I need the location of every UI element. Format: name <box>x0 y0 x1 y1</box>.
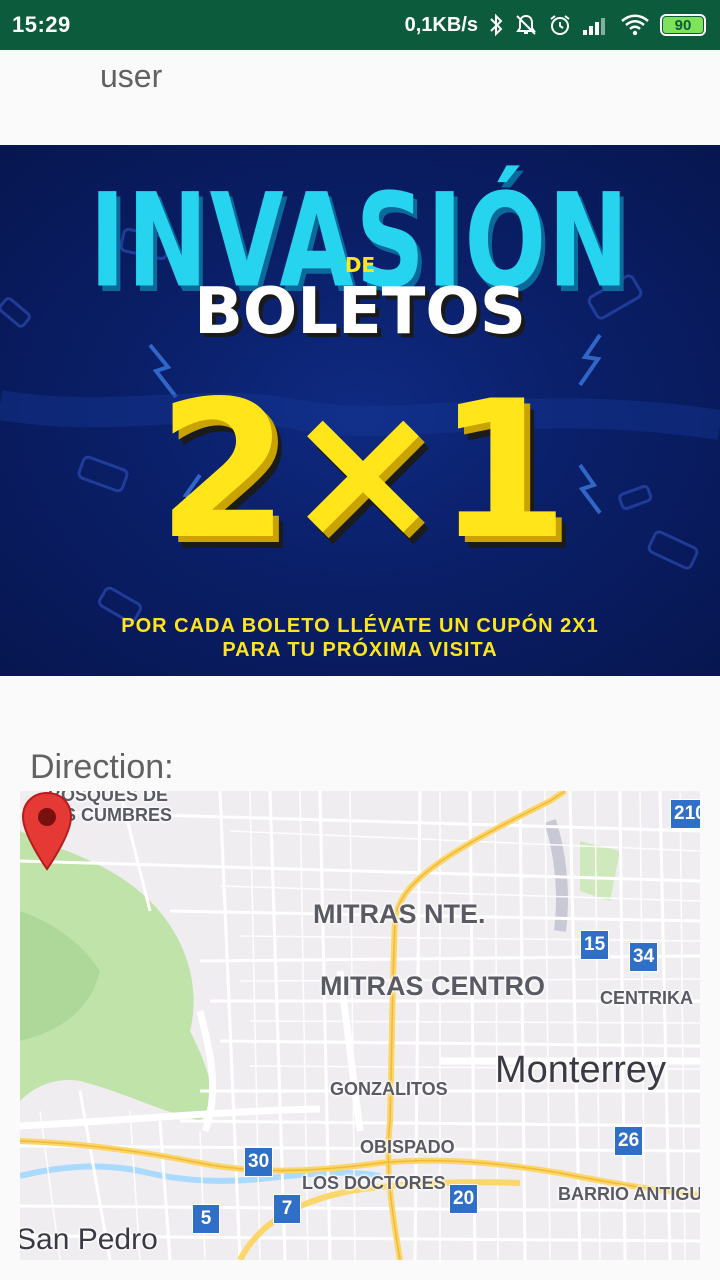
banner-offer: 2×1 <box>157 360 569 581</box>
map-label-mitras-nte: MITRAS NTE. <box>313 899 486 929</box>
banner-title-boletos: BOLETOS <box>194 275 526 349</box>
network-speed: 0,1KB/s <box>404 13 478 36</box>
map-label-san-pedro: San Pedro <box>20 1223 158 1256</box>
map-label-centrika: CENTRIKA <box>600 988 693 1008</box>
direction-label: Direction: <box>30 748 174 786</box>
battery-level: 90 <box>663 17 703 34</box>
map-label-mitras-centro: MITRAS CENTRO <box>320 971 545 1001</box>
highway-shield-7: 7 <box>273 1194 301 1224</box>
banner-promo-line2: PARA TU PRÓXIMA VISITA <box>222 639 498 661</box>
status-bar: 15:29 0,1KB/s 90 <box>0 0 720 50</box>
map-label-obispado: OBISPADO <box>360 1137 455 1157</box>
bluetooth-icon <box>488 13 504 37</box>
highway-shield-26: 26 <box>614 1126 644 1156</box>
location-pin-icon[interactable] <box>20 791 74 871</box>
promo-banner[interactable]: INVASIÓN DE BOLETOS 2×1 POR CADA BOLETO … <box>0 145 720 676</box>
map-label-gonzalitos: GONZALITOS <box>330 1079 448 1099</box>
map-label-barrio-antiguo: BARRIO ANTIGU <box>558 1184 700 1204</box>
highway-shield-20: 20 <box>449 1184 479 1214</box>
highway-shield-34: 34 <box>629 942 659 972</box>
alarm-icon <box>548 13 572 37</box>
status-time: 15:29 <box>12 12 71 37</box>
map-label-monterrey: Monterrey <box>495 1049 667 1091</box>
highway-shield-5: 5 <box>192 1204 220 1234</box>
banner-promo-line1: POR CADA BOLETO LLÉVATE UN CUPÓN 2X1 <box>121 615 599 637</box>
location-map[interactable]: BOSQUES DE LAS CUMBRES MITRAS NTE. MITRA… <box>20 791 700 1260</box>
signal-icon <box>582 14 610 36</box>
mute-icon <box>514 13 538 37</box>
highway-shield-30: 30 <box>244 1147 274 1177</box>
highway-shield-210: 210 <box>670 799 700 829</box>
wifi-icon <box>620 14 650 36</box>
battery-icon: 90 <box>660 14 706 36</box>
highway-shield-15: 15 <box>580 930 610 960</box>
status-icons: 0,1KB/s 90 <box>405 13 706 37</box>
user-name: user <box>100 58 163 94</box>
map-label-los-doctores: LOS DOCTORES <box>302 1173 446 1193</box>
banner-title-de: DE <box>344 253 376 277</box>
